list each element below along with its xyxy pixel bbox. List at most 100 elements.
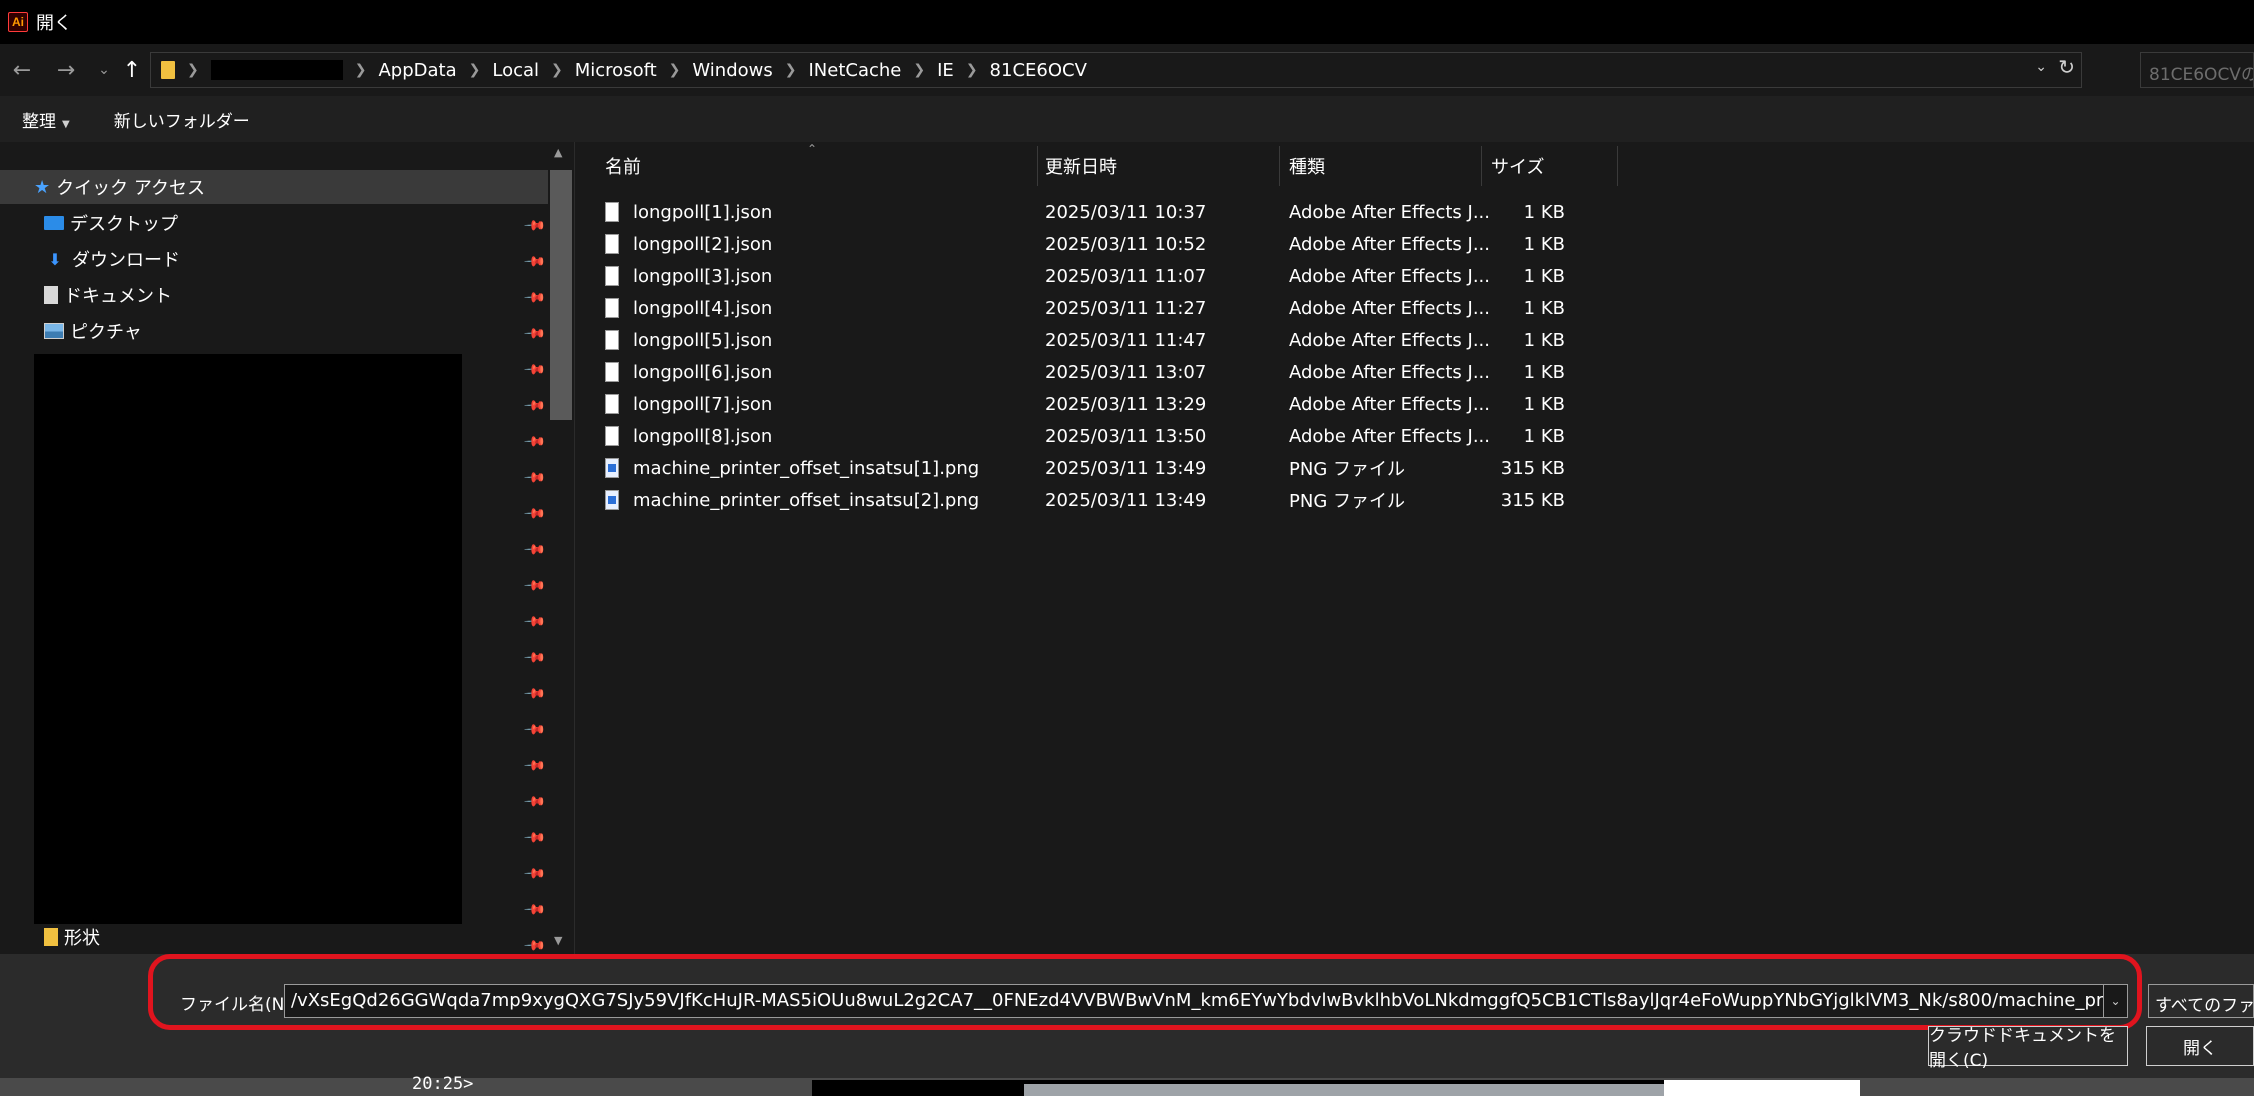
file-size: 1 KB bbox=[1523, 233, 1565, 255]
sidebar-item-label: ドキュメント bbox=[64, 286, 172, 307]
scroll-down-arrow-icon[interactable]: ▼ bbox=[554, 934, 562, 947]
sidebar-scrollbar[interactable]: ▲ ▼ bbox=[548, 142, 572, 954]
desktop-icon bbox=[44, 216, 64, 230]
background-timestamp: 20:25> bbox=[412, 1074, 474, 1094]
file-row[interactable]: longpoll[5].json 2025/03/11 11:47 Adobe … bbox=[605, 324, 2205, 356]
address-bar[interactable]: ❯ ❯ AppData ❯ Local ❯ Microsoft ❯ Window… bbox=[150, 52, 2082, 88]
file-row[interactable]: longpoll[6].json 2025/03/11 13:07 Adobe … bbox=[605, 356, 2205, 388]
column-header-size[interactable]: サイズ bbox=[1491, 146, 1544, 186]
sidebar-item-downloads[interactable]: ⬇ ダウンロード bbox=[0, 242, 548, 276]
pin-icon[interactable]: 📌 bbox=[523, 538, 547, 562]
file-row[interactable]: longpoll[3].json 2025/03/11 11:07 Adobe … bbox=[605, 260, 2205, 292]
file-name: longpoll[5].json bbox=[633, 329, 773, 351]
file-date: 2025/03/11 13:50 bbox=[1045, 425, 1207, 447]
pin-icon[interactable]: 📌 bbox=[523, 682, 547, 706]
file-name: longpoll[3].json bbox=[633, 265, 773, 287]
file-date: 2025/03/11 10:37 bbox=[1045, 201, 1207, 223]
scroll-up-arrow-icon[interactable]: ▲ bbox=[554, 146, 562, 159]
pin-icon[interactable]: 📌 bbox=[523, 610, 547, 634]
column-header-type[interactable]: 種類 bbox=[1289, 146, 1325, 186]
pin-icon[interactable]: 📌 bbox=[523, 358, 547, 382]
file-row[interactable]: longpoll[2].json 2025/03/11 10:52 Adobe … bbox=[605, 228, 2205, 260]
file-row[interactable]: longpoll[4].json 2025/03/11 11:27 Adobe … bbox=[605, 292, 2205, 324]
document-icon bbox=[44, 286, 58, 304]
breadcrumb-item[interactable]: AppData bbox=[378, 60, 456, 81]
address-dropdown-chevron-icon[interactable]: ⌄ bbox=[2035, 59, 2047, 75]
navigation-pane: ★ クイック アクセス デスクトップ ⬇ ダウンロード ドキュメント ピクチャ … bbox=[0, 142, 572, 958]
star-icon: ★ bbox=[34, 176, 51, 198]
recent-locations-chevron-icon[interactable]: ⌄ bbox=[90, 56, 118, 84]
file-row[interactable]: longpoll[1].json 2025/03/11 10:37 Adobe … bbox=[605, 196, 2205, 228]
column-divider[interactable] bbox=[1617, 146, 1618, 186]
new-folder-button[interactable]: 新しいフォルダー bbox=[114, 107, 250, 132]
file-date: 2025/03/11 11:07 bbox=[1045, 265, 1207, 287]
back-arrow-icon[interactable]: ← bbox=[8, 56, 36, 84]
sidebar-item-label: デスクトップ bbox=[70, 214, 178, 235]
open-button[interactable]: 開く bbox=[2146, 1026, 2254, 1066]
breadcrumb-item[interactable]: Local bbox=[492, 60, 539, 81]
sidebar-item-shapes[interactable]: 形状 bbox=[0, 920, 548, 954]
sidebar-item-desktop[interactable]: デスクトップ bbox=[0, 206, 548, 240]
pin-icon[interactable]: 📌 bbox=[523, 754, 547, 778]
pin-icon[interactable]: 📌 bbox=[523, 502, 547, 526]
pin-icon[interactable]: 📌 bbox=[523, 862, 547, 886]
file-name: longpoll[6].json bbox=[633, 361, 773, 383]
search-input[interactable]: 81CE6OCVの検索 bbox=[2140, 52, 2254, 88]
column-header-date[interactable]: 更新日時 bbox=[1045, 146, 1117, 186]
file-row[interactable]: longpoll[7].json 2025/03/11 13:29 Adobe … bbox=[605, 388, 2205, 420]
column-header-name[interactable]: 名前 bbox=[605, 146, 641, 186]
pin-icon[interactable]: 📌 bbox=[523, 790, 547, 814]
pin-icon[interactable]: 📌 bbox=[523, 430, 547, 454]
sidebar-item-pictures[interactable]: ピクチャ bbox=[0, 314, 548, 348]
file-name: longpoll[1].json bbox=[633, 201, 773, 223]
file-type: PNG ファイル bbox=[1289, 491, 1405, 512]
pin-icon[interactable]: 📌 bbox=[523, 718, 547, 742]
breadcrumb-item[interactable]: Microsoft bbox=[575, 60, 657, 81]
file-size: 1 KB bbox=[1523, 425, 1565, 447]
organize-button[interactable]: 整理 ▼ bbox=[22, 107, 70, 132]
breadcrumb-item[interactable]: Windows bbox=[692, 60, 772, 81]
background-image-content bbox=[1024, 1084, 1664, 1096]
file-date: 2025/03/11 13:49 bbox=[1045, 489, 1207, 511]
navigation-bar: ← → ⌄ ↑ ❯ ❯ AppData ❯ Local ❯ Microsoft … bbox=[0, 44, 2254, 96]
file-name: longpoll[7].json bbox=[633, 393, 773, 415]
column-divider[interactable] bbox=[1037, 146, 1038, 186]
sidebar-item-documents[interactable]: ドキュメント bbox=[0, 278, 548, 312]
pin-icon[interactable]: 📌 bbox=[523, 646, 547, 670]
pin-icon[interactable]: 📌 bbox=[523, 574, 547, 598]
column-divider[interactable] bbox=[1279, 146, 1280, 186]
column-divider[interactable] bbox=[1481, 146, 1482, 186]
file-size: 1 KB bbox=[1523, 201, 1565, 223]
breadcrumb-separator-icon: ❯ bbox=[354, 62, 367, 78]
red-highlight-annotation bbox=[148, 954, 2142, 1030]
scrollbar-thumb[interactable] bbox=[550, 170, 572, 420]
window-title: 開く bbox=[36, 13, 72, 34]
breadcrumb-item[interactable]: 81CE6OCV bbox=[990, 60, 1087, 81]
file-row[interactable]: machine_printer_offset_insatsu[2].png 20… bbox=[605, 484, 2205, 516]
json-file-icon bbox=[605, 362, 619, 382]
breadcrumb-separator-icon: ❯ bbox=[965, 62, 978, 78]
file-row[interactable]: machine_printer_offset_insatsu[1].png 20… bbox=[605, 452, 2205, 484]
pin-icon[interactable]: 📌 bbox=[523, 826, 547, 850]
file-date: 2025/03/11 11:27 bbox=[1045, 297, 1207, 319]
breadcrumb: ❯ ❯ AppData ❯ Local ❯ Microsoft ❯ Window… bbox=[175, 60, 1087, 81]
file-row[interactable]: longpoll[8].json 2025/03/11 13:50 Adobe … bbox=[605, 420, 2205, 452]
breadcrumb-item[interactable]: INetCache bbox=[809, 60, 902, 81]
json-file-icon bbox=[605, 426, 619, 446]
pin-icon[interactable]: 📌 bbox=[523, 466, 547, 490]
up-arrow-icon[interactable]: ↑ bbox=[118, 56, 146, 84]
file-name: machine_printer_offset_insatsu[2].png bbox=[633, 489, 980, 511]
pin-icon[interactable]: 📌 bbox=[523, 898, 547, 922]
quick-access-item[interactable]: ★ クイック アクセス bbox=[0, 170, 548, 204]
open-cloud-document-button[interactable]: クラウドドキュメントを開く(C) bbox=[1928, 1026, 2128, 1071]
quick-access-label: クイック アクセス bbox=[56, 178, 205, 199]
file-type-select[interactable]: すべてのファイル bbox=[2148, 984, 2254, 1018]
forward-arrow-icon[interactable]: → bbox=[52, 56, 80, 84]
file-size: 1 KB bbox=[1523, 393, 1565, 415]
png-file-icon bbox=[605, 458, 619, 478]
pin-icon[interactable]: 📌 bbox=[523, 394, 547, 418]
file-name: machine_printer_offset_insatsu[1].png bbox=[633, 457, 980, 479]
refresh-icon[interactable]: ↻ bbox=[2058, 55, 2075, 79]
file-type: PNG ファイル bbox=[1289, 459, 1405, 480]
breadcrumb-item[interactable]: IE bbox=[937, 60, 954, 81]
